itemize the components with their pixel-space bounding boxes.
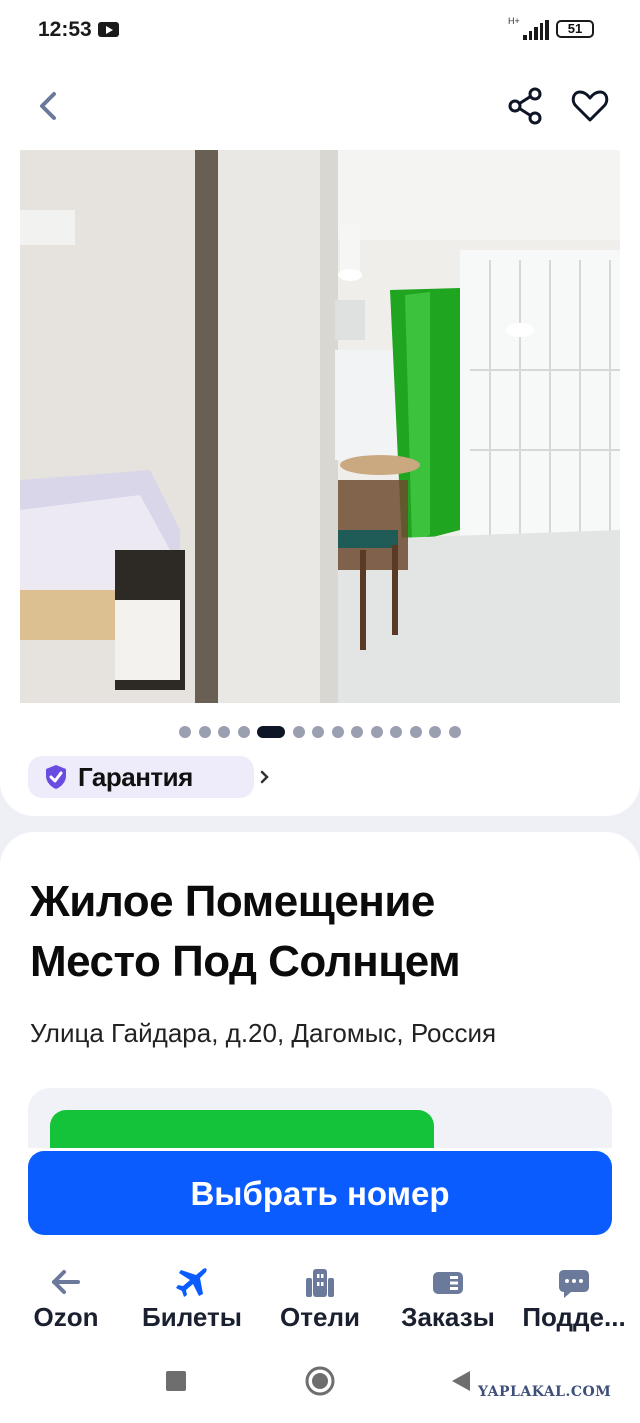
share-button[interactable] <box>504 84 548 128</box>
hotel-title: Жилое Помещение Место Под Солнцем <box>30 872 620 992</box>
chevron-left-icon <box>40 92 56 120</box>
gallery-card: Гарантия <box>0 64 640 816</box>
hotel-title-line-1: Жилое Помещение <box>30 877 435 926</box>
tab-label: Подде... <box>522 1302 626 1332</box>
system-back-button[interactable] <box>450 1369 472 1393</box>
clock: 12:53 <box>38 18 92 41</box>
back-button[interactable] <box>30 86 70 126</box>
youtube-notification-icon <box>98 22 119 37</box>
system-nav-bar: YAPLAKAL.COM <box>0 1338 640 1423</box>
status-bar: 12:53 H+ 51 <box>0 0 640 64</box>
pagination-dot[interactable] <box>370 726 383 738</box>
home-button[interactable] <box>304 1365 336 1397</box>
select-room-button[interactable]: Выбрать номер <box>28 1151 612 1235</box>
guarantee-badge[interactable]: Гарантия <box>28 756 269 798</box>
pagination-dot[interactable] <box>390 726 403 738</box>
gallery-pagination <box>0 724 640 740</box>
hotel-photo[interactable] <box>20 150 620 703</box>
shield-check-icon <box>46 765 66 789</box>
tab-hotels[interactable]: Отели <box>256 1250 384 1338</box>
signal-icon <box>523 20 549 40</box>
hotel-title-line-2: Место Под Солнцем <box>30 937 461 986</box>
price-card <box>28 1088 612 1148</box>
room-photo-image <box>20 150 620 703</box>
pagination-dot[interactable] <box>198 726 211 738</box>
tab-support[interactable]: Подде... <box>510 1250 638 1338</box>
heart-icon <box>571 90 609 122</box>
pagination-dot[interactable] <box>351 726 364 738</box>
pagination-dot[interactable] <box>179 726 192 738</box>
pagination-dot[interactable] <box>218 726 231 738</box>
tab-label: Заказы <box>401 1302 495 1332</box>
guarantee-label: Гарантия <box>78 762 193 792</box>
price-badge[interactable] <box>50 1110 434 1148</box>
recents-button[interactable] <box>166 1371 186 1391</box>
arrow-left-icon <box>52 1270 80 1294</box>
tab-label: Билеты <box>142 1302 242 1332</box>
watermark: YAPLAKAL.COM <box>478 1384 612 1400</box>
network-type: H+ <box>508 16 520 26</box>
pagination-dot[interactable] <box>409 726 422 738</box>
hotel-address: Улица Гайдара, д.20, Дагомыс, Россия <box>30 1018 497 1048</box>
tab-orders[interactable]: Заказы <box>384 1250 512 1338</box>
chat-icon <box>559 1270 589 1298</box>
hotel-icon <box>306 1269 334 1297</box>
bottom-tab-bar: Ozon Билеты Отели Заказы Подде... <box>0 1250 640 1338</box>
battery-icon: 51 <box>556 20 594 38</box>
pagination-dot-active[interactable] <box>257 726 286 738</box>
share-icon <box>508 87 542 125</box>
favorite-button[interactable] <box>568 84 612 128</box>
tab-ozon[interactable]: Ozon <box>2 1250 130 1338</box>
orders-icon <box>433 1272 463 1294</box>
tab-label: Отели <box>280 1302 360 1332</box>
tab-label: Ozon <box>33 1302 99 1332</box>
pagination-dot[interactable] <box>448 726 461 738</box>
airplane-icon <box>176 1268 207 1297</box>
pagination-dot[interactable] <box>331 726 344 738</box>
chevron-right-icon <box>260 770 269 784</box>
pagination-dot[interactable] <box>429 726 442 738</box>
pagination-dot[interactable] <box>292 726 305 738</box>
tab-tickets[interactable]: Билеты <box>128 1250 256 1338</box>
pagination-dot[interactable] <box>237 726 250 738</box>
pagination-dot[interactable] <box>312 726 325 738</box>
